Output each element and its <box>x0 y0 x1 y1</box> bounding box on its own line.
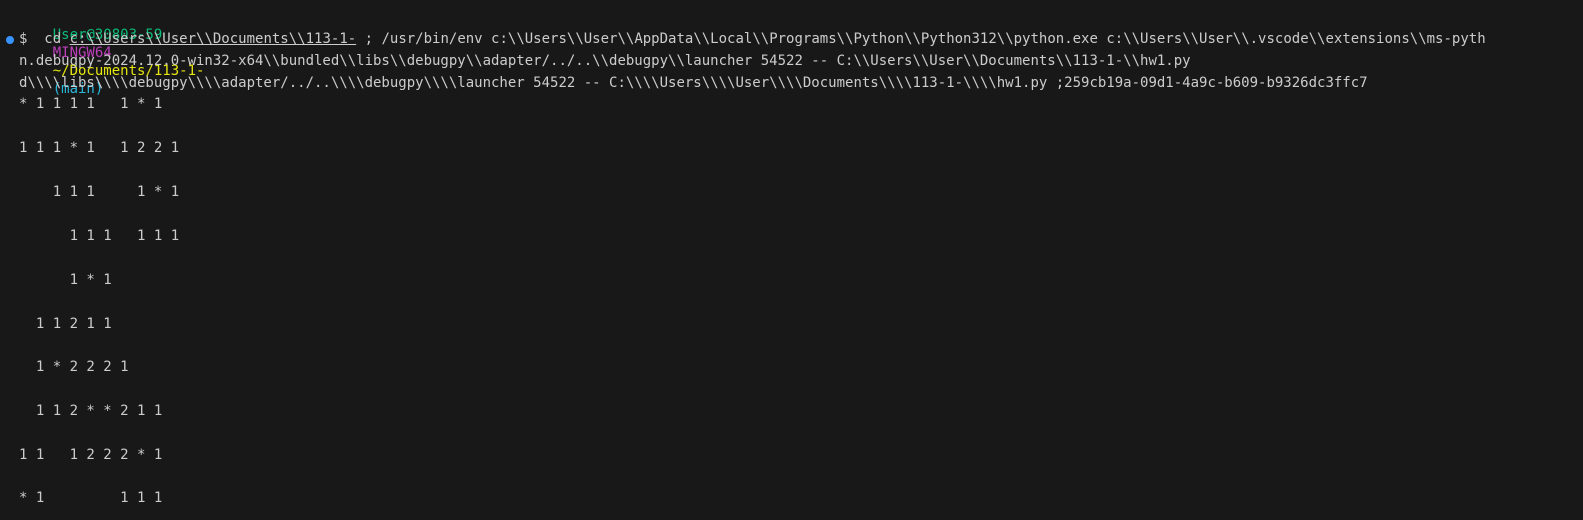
output-row: 1 1 2 * * 2 1 1 <box>19 403 163 419</box>
output-row: 1 1 1 1 1 1 <box>19 228 180 244</box>
output-row: 1 1 1 1 * 1 <box>19 184 180 200</box>
dollar-sign: $ <box>19 31 28 47</box>
command-line-1: $ cd c:\\Users\\User\\Documents\\113-1- … <box>19 30 1486 48</box>
cd-command: cd <box>44 31 62 47</box>
output-row: 1 1 2 1 1 <box>19 316 112 332</box>
command-rest: ; /usr/bin/env c:\\Users\\User\\AppData\… <box>364 31 1486 47</box>
output-row: 1 * 1 <box>19 272 112 288</box>
cd-target-link[interactable]: c:\\Users\\User\\Documents\\113-1- <box>70 31 357 47</box>
output-row: 1 1 1 * 1 1 2 2 1 <box>19 140 180 156</box>
command-line-3: d\\\\libs\\\\debugpy\\\\adapter/../..\\\… <box>19 75 1368 91</box>
command-status-dot-icon[interactable] <box>6 36 14 44</box>
command-line-2: n.debugpy-2024.12.0-win32-x64\\bundled\\… <box>19 53 1191 69</box>
output-row: 1 1 1 2 2 2 * 1 <box>19 447 163 463</box>
output-row: 1 * 2 2 2 1 <box>19 359 129 375</box>
output-row: * 1 1 1 1 <box>19 490 163 506</box>
prompt-line: User@30803-59 MINGW64 ~/Documents/113-1-… <box>19 8 205 97</box>
terminal-panel[interactable]: User@30803-59 MINGW64 ~/Documents/113-1-… <box>0 0 1583 520</box>
output-row: * 1 1 1 1 1 * 1 <box>19 96 163 112</box>
